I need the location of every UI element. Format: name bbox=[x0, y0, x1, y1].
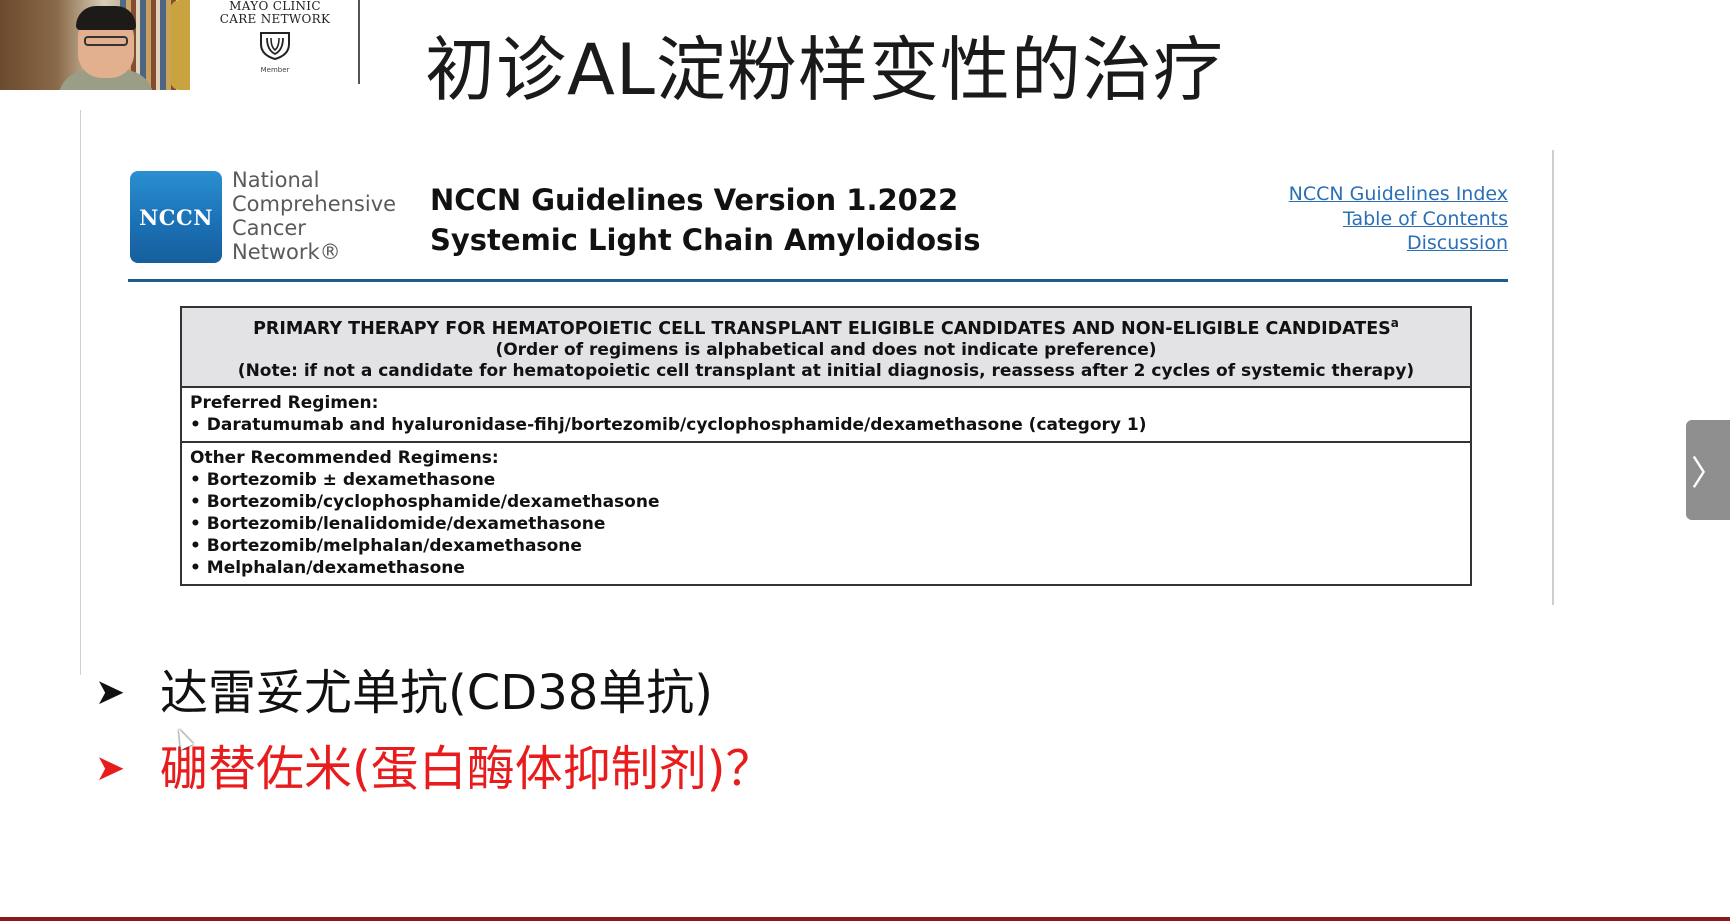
table-header-note-1: (Order of regimens is alphabetical and d… bbox=[495, 339, 1157, 360]
therapy-table: PRIMARY THERAPY FOR HEMATOPOIETIC CELL T… bbox=[180, 306, 1472, 586]
nccn-org-name: National Comprehensive Cancer Network® bbox=[232, 168, 396, 264]
slide-bullets: ➤ 达雷妥尤单抗(CD38单抗) ➤ 硼替佐米(蛋白酶体抑制剂)？ bbox=[95, 658, 773, 810]
nccn-logo: NCCN bbox=[130, 171, 222, 263]
link-discussion[interactable]: Discussion bbox=[1289, 231, 1508, 256]
bullet-text: 达雷妥尤单抗(CD38单抗) bbox=[160, 665, 714, 721]
preferred-regimen-section: Preferred Regimen: • Daratumumab and hya… bbox=[182, 388, 1470, 441]
header-footnote: a bbox=[1390, 316, 1399, 330]
mayo-shield-icon bbox=[260, 32, 290, 61]
other-regimens-section: Other Recommended Regimens: • Bortezomib… bbox=[182, 440, 1470, 584]
guideline-title: NCCN Guidelines Version 1.2022 Systemic … bbox=[430, 180, 981, 260]
list-item: • Bortezomib/melphalan/dexamethasone bbox=[190, 535, 582, 556]
mayo-clinic-logo: MAYO CLINIC CARE NETWORK Member bbox=[215, 0, 335, 82]
presenter-glasses bbox=[84, 36, 128, 46]
list-item: • Bortezomib ± dexamethasone bbox=[190, 469, 496, 490]
mayo-member: Member bbox=[260, 66, 290, 74]
guideline-links: NCCN Guidelines Index Table of Contents … bbox=[1289, 182, 1508, 256]
slide-title: 初诊AL淀粉样变性的治疗 bbox=[425, 29, 1224, 111]
org-line: National bbox=[232, 168, 320, 192]
arrow-bullet-icon: ➤ bbox=[95, 748, 126, 789]
doc-frame-left bbox=[80, 110, 81, 675]
mayo-line-2: CARE NETWORK bbox=[219, 12, 331, 26]
link-guidelines-index[interactable]: NCCN Guidelines Index bbox=[1289, 182, 1508, 207]
link-table-of-contents[interactable]: Table of Contents bbox=[1289, 207, 1508, 232]
bottom-accent-bar bbox=[0, 917, 1730, 921]
next-slide-button[interactable]: 〉 bbox=[1686, 420, 1730, 520]
table-header: PRIMARY THERAPY FOR HEMATOPOIETIC CELL T… bbox=[182, 308, 1470, 388]
list-item: • Bortezomib/cyclophosphamide/dexamethas… bbox=[190, 491, 660, 512]
list-item: • Daratumumab and hyaluronidase-fihj/bor… bbox=[190, 414, 1147, 435]
bullet-daratumumab: ➤ 达雷妥尤单抗(CD38单抗) bbox=[95, 658, 773, 728]
doc-frame-right bbox=[1552, 150, 1554, 605]
arrow-bullet-icon: ➤ bbox=[95, 672, 126, 713]
guideline-topic: Systemic Light Chain Amyloidosis bbox=[430, 223, 981, 257]
table-header-title: PRIMARY THERAPY FOR HEMATOPOIETIC CELL T… bbox=[188, 312, 1464, 340]
header-main: PRIMARY THERAPY FOR HEMATOPOIETIC CELL T… bbox=[253, 318, 1391, 339]
logo-divider bbox=[358, 0, 360, 84]
list-item: • Melphalan/dexamethasone bbox=[190, 557, 465, 578]
org-line: Comprehensive bbox=[232, 192, 397, 216]
plant-background bbox=[170, 0, 190, 90]
presenter-hair bbox=[76, 6, 136, 30]
bullet-text: 硼替佐米(蛋白酶体抑制剂)？ bbox=[160, 741, 774, 797]
org-line: Cancer bbox=[232, 216, 306, 240]
table-header-note-2: (Note: if not a candidate for hematopoie… bbox=[237, 360, 1415, 381]
list-item: • Bortezomib/lenalidomide/dexamethasone bbox=[190, 513, 606, 534]
org-line: Network® bbox=[232, 240, 341, 264]
guideline-version: NCCN Guidelines Version 1.2022 bbox=[430, 183, 959, 217]
bullet-bortezomib: ➤ 硼替佐米(蛋白酶体抑制剂)？ bbox=[95, 734, 773, 804]
webcam-video-thumbnail[interactable] bbox=[0, 0, 190, 90]
preferred-label: Preferred Regimen: bbox=[190, 392, 379, 413]
header-rule bbox=[128, 279, 1508, 282]
other-label: Other Recommended Regimens: bbox=[190, 447, 499, 468]
